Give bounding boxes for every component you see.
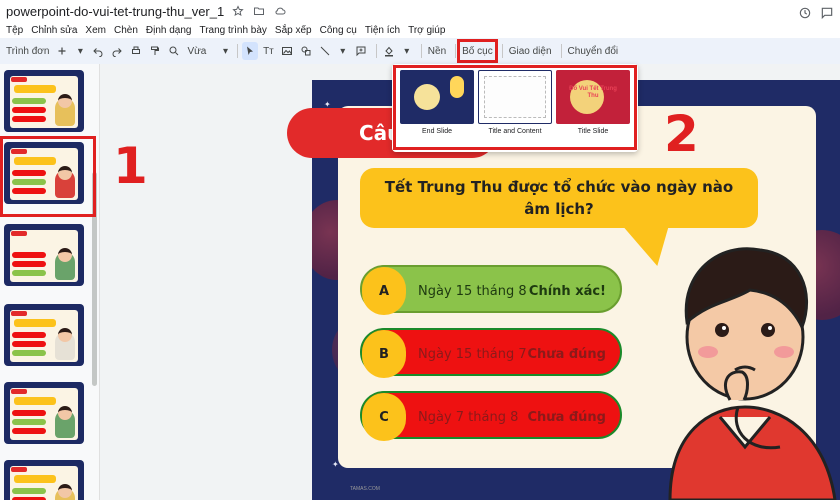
- menu-format[interactable]: Định dạng: [146, 25, 192, 36]
- slide-filmstrip: [0, 64, 100, 500]
- menu-view[interactable]: Xem: [85, 25, 106, 36]
- toolbar-divider: [455, 44, 457, 58]
- thumbnail-card: [10, 310, 78, 362]
- answer-letter-c: C: [362, 393, 406, 441]
- menu-arrange[interactable]: Sắp xếp: [275, 25, 312, 36]
- version-history-icon[interactable]: [798, 6, 812, 20]
- menu-file[interactable]: Tệp: [6, 25, 23, 36]
- zoom-select[interactable]: Vừa ▾: [185, 42, 230, 60]
- thumbnail-card: [10, 76, 78, 128]
- document-title[interactable]: powerpoint-do-vui-tet-trung-thu_ver_1: [6, 4, 224, 19]
- toolbar-divider: [237, 44, 239, 58]
- menu-insert[interactable]: Chèn: [114, 25, 138, 36]
- text-box-icon[interactable]: Tт: [261, 42, 276, 60]
- toolbar-divider: [560, 44, 562, 58]
- thumbnail-card: [10, 388, 78, 440]
- selected-slide-highlight: [0, 136, 96, 217]
- answer-text-b: Ngày 15 tháng 7: [418, 346, 527, 362]
- line-dropdown-icon[interactable]: ▾: [336, 42, 350, 60]
- transition-button[interactable]: Chuyển đổi: [566, 42, 621, 60]
- paint-format-icon[interactable]: [147, 42, 163, 60]
- redo-icon[interactable]: [109, 42, 125, 60]
- thinking-boy-illustration[interactable]: [650, 232, 840, 500]
- menu-help[interactable]: Trợ giúp: [408, 25, 445, 36]
- background-button[interactable]: Nền: [426, 42, 448, 60]
- image-icon[interactable]: [279, 42, 295, 60]
- answer-option-a[interactable]: A Ngày 15 tháng 8 Chính xác!: [360, 265, 622, 315]
- question-text: Tết Trung Thu được tổ chức vào ngày nào …: [384, 178, 734, 218]
- zoom-label: Vừa: [187, 45, 207, 57]
- layout-options-highlight: [393, 65, 637, 150]
- new-slide-icon[interactable]: [54, 42, 70, 60]
- move-folder-icon[interactable]: [252, 4, 266, 18]
- answer-letter-b: B: [362, 330, 406, 378]
- answer-result-c: Chưa đúng: [527, 409, 606, 425]
- undo-icon[interactable]: [90, 42, 106, 60]
- comment-add-icon[interactable]: [353, 42, 369, 60]
- toolbar: Trình đơn ▾ Vừa ▾ Tт ▾ ▾ Nền Bố cục Giao…: [0, 38, 840, 64]
- fill-color-icon[interactable]: [381, 42, 397, 60]
- fill-dropdown-icon[interactable]: ▾: [400, 42, 414, 60]
- shape-icon[interactable]: [298, 42, 314, 60]
- step-annotation-1: 1: [113, 137, 148, 195]
- thumbnail-card: [10, 466, 78, 500]
- theme-button[interactable]: Giao diện: [507, 42, 554, 60]
- menus-search-button[interactable]: Trình đơn: [4, 42, 51, 60]
- slide-thumbnail[interactable]: [4, 224, 84, 286]
- menu-tools[interactable]: Công cụ: [320, 25, 357, 36]
- slides-editor-window: powerpoint-do-vui-tet-trung-thu_ver_1 Tệ…: [0, 0, 840, 500]
- slide-thumbnail[interactable]: [4, 70, 84, 132]
- answer-text-a: Ngày 15 tháng 8: [418, 283, 527, 299]
- answer-result-a: Chính xác!: [528, 283, 606, 299]
- line-icon[interactable]: [317, 42, 333, 60]
- toolbar-divider: [501, 44, 503, 58]
- thumbnail-card: [10, 230, 78, 282]
- zoom-icon[interactable]: [166, 42, 182, 60]
- answer-option-c[interactable]: C Ngày 7 tháng 8 Chưa đúng: [360, 391, 622, 441]
- slide-thumbnail[interactable]: [4, 304, 84, 366]
- menu-extensions[interactable]: Tiện ích: [365, 25, 400, 36]
- new-slide-dropdown-icon[interactable]: ▾: [73, 42, 87, 60]
- select-cursor-icon[interactable]: [242, 42, 259, 60]
- menu-bar: Tệp Chỉnh sửa Xem Chèn Định dạng Trang t…: [0, 22, 840, 38]
- star-icon[interactable]: [231, 4, 245, 18]
- answer-option-b[interactable]: B Ngày 15 tháng 7 Chưa đúng: [360, 328, 622, 378]
- answer-letter-a: A: [362, 267, 406, 315]
- step-annotation-2: 2: [664, 105, 699, 163]
- toolbar-divider: [420, 44, 422, 58]
- comments-icon[interactable]: [820, 6, 834, 20]
- menu-slide[interactable]: Trang trình bày: [199, 25, 266, 36]
- layout-button[interactable]: Bố cục: [457, 39, 498, 63]
- question-text-box[interactable]: Tết Trung Thu được tổ chức vào ngày nào …: [360, 168, 758, 228]
- answer-text-c: Ngày 7 tháng 8: [418, 409, 519, 425]
- title-bar: powerpoint-do-vui-tet-trung-thu_ver_1: [0, 0, 840, 22]
- cloud-status-icon[interactable]: [273, 4, 287, 18]
- slide-thumbnail[interactable]: [4, 382, 84, 444]
- print-icon[interactable]: [128, 42, 144, 60]
- answer-result-b: Chưa đúng: [527, 346, 606, 362]
- toolbar-divider: [375, 44, 377, 58]
- menu-edit[interactable]: Chỉnh sửa: [31, 25, 77, 36]
- slide-watermark: TAMAS.COM: [350, 486, 380, 492]
- slide-thumbnail[interactable]: [4, 460, 84, 500]
